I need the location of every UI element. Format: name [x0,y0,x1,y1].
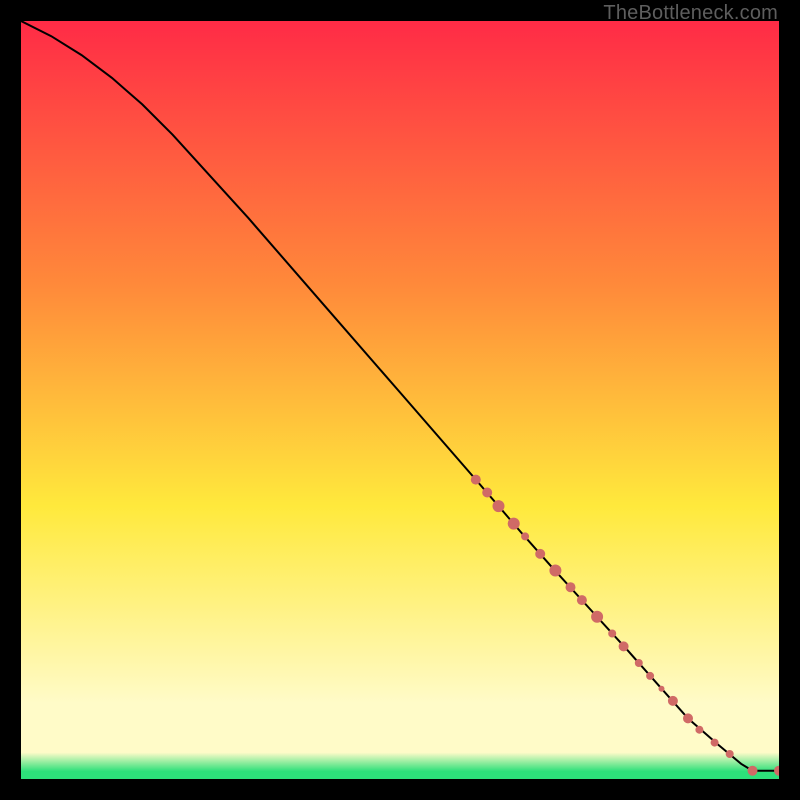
data-marker [646,672,654,680]
gradient-bg [21,21,779,779]
data-marker [493,500,505,512]
data-marker [482,488,492,498]
data-marker [508,518,520,530]
data-marker [619,641,629,651]
data-marker [577,595,587,605]
data-marker [683,713,693,723]
chart-frame [21,21,779,779]
data-marker [535,549,545,559]
data-marker [748,766,758,776]
data-marker [726,750,734,758]
data-marker [711,739,719,747]
data-marker [608,630,616,638]
bottleneck-chart [21,21,779,779]
data-marker [668,696,678,706]
data-marker [566,582,576,592]
data-marker [635,659,643,667]
data-marker [521,532,529,540]
data-marker [591,611,603,623]
watermark-text: TheBottleneck.com [603,2,778,25]
data-marker [659,686,665,692]
data-marker [549,565,561,577]
data-marker [471,475,481,485]
data-marker [695,726,703,734]
